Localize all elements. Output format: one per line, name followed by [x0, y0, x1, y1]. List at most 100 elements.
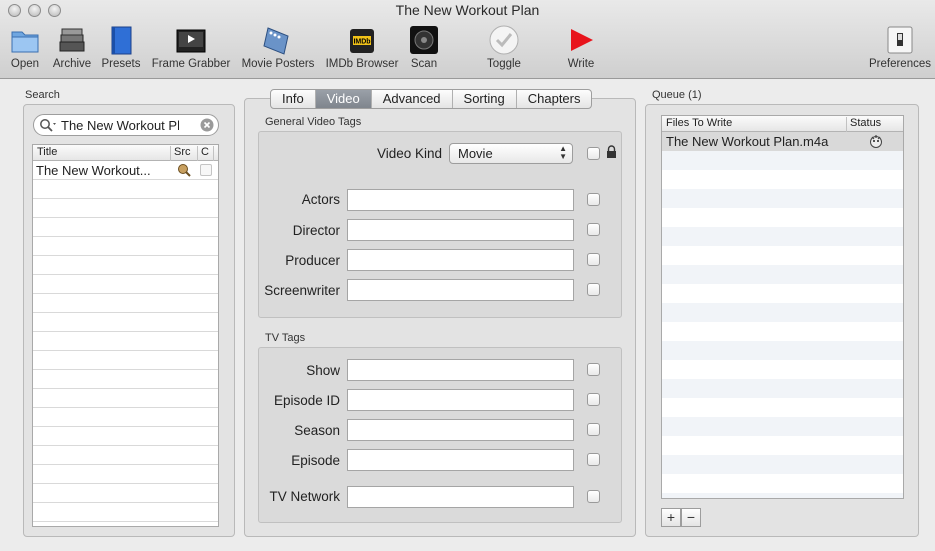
table-row[interactable] [33, 465, 218, 484]
table-row[interactable] [33, 503, 218, 522]
table-row[interactable] [33, 446, 218, 465]
queue-row[interactable] [662, 303, 903, 322]
episode-checkbox[interactable] [587, 453, 600, 466]
col-title-header[interactable]: Title [37, 146, 57, 158]
season-checkbox[interactable] [587, 423, 600, 436]
table-row[interactable] [33, 237, 218, 256]
toggle-button[interactable]: Toggle [484, 24, 524, 70]
producer-checkbox[interactable] [587, 253, 600, 266]
table-row[interactable] [33, 389, 218, 408]
queue-row[interactable] [662, 417, 903, 436]
show-checkbox[interactable] [587, 363, 600, 376]
queue-row[interactable] [662, 189, 903, 208]
queue-row[interactable] [662, 265, 903, 284]
tab-sorting[interactable]: Sorting [453, 90, 517, 108]
queue-row[interactable] [662, 436, 903, 455]
movie-posters-button[interactable]: Movie Posters [240, 24, 316, 70]
frame-grabber-label: Frame Grabber [151, 58, 231, 70]
presets-button[interactable]: Presets [101, 24, 141, 70]
queue-row[interactable] [662, 398, 903, 417]
queue-row[interactable] [662, 455, 903, 474]
season-label: Season [294, 423, 340, 438]
preferences-button[interactable]: Preferences [868, 24, 932, 70]
producer-field[interactable] [347, 249, 574, 271]
title-bar: The New Workout Plan Open Archive Preset… [0, 0, 935, 79]
screenwriter-checkbox[interactable] [587, 283, 600, 296]
toggle-check-icon [488, 24, 520, 56]
actors-field[interactable] [347, 189, 574, 211]
queue-row[interactable] [662, 170, 903, 189]
results-list[interactable]: Title Src C The New Workout... [32, 144, 219, 527]
col-c-header[interactable]: C [201, 146, 209, 158]
episode-field[interactable] [347, 449, 574, 471]
queue-row[interactable] [662, 322, 903, 341]
season-field[interactable] [347, 419, 574, 441]
queue-row[interactable] [662, 379, 903, 398]
table-row[interactable] [33, 256, 218, 275]
tab-chapters[interactable]: Chapters [517, 90, 592, 108]
video-kind-checkbox[interactable] [587, 147, 600, 160]
director-field[interactable] [347, 219, 574, 241]
queue-row[interactable] [662, 208, 903, 227]
lock-icon[interactable] [606, 145, 617, 162]
screenwriter-field[interactable] [347, 279, 574, 301]
table-row[interactable] [33, 275, 218, 294]
table-row[interactable] [33, 313, 218, 332]
table-row[interactable] [33, 332, 218, 351]
tv-network-checkbox[interactable] [587, 490, 600, 503]
queue-row[interactable] [662, 474, 903, 493]
frame-grabber-button[interactable]: Frame Grabber [150, 24, 232, 70]
episode-id-checkbox[interactable] [587, 393, 600, 406]
tv-network-label: TV Network [269, 489, 340, 504]
queue-row[interactable] [662, 360, 903, 379]
episode-label: Episode [291, 453, 340, 468]
write-button[interactable]: Write [563, 24, 599, 70]
table-row[interactable] [33, 218, 218, 237]
table-row[interactable] [33, 408, 218, 427]
tab-advanced[interactable]: Advanced [372, 90, 453, 108]
table-row[interactable] [33, 180, 218, 199]
col-src-header[interactable]: Src [174, 146, 191, 158]
remove-from-queue-button[interactable]: − [681, 508, 701, 527]
table-row[interactable] [33, 484, 218, 503]
search-field[interactable]: The New Workout Plan [33, 114, 219, 136]
video-kind-select[interactable]: Movie ▲ ▼ [449, 143, 573, 164]
imdb-browser-button[interactable]: IMDb IMDb Browser [324, 24, 400, 70]
video-kind-value: Movie [458, 146, 493, 161]
table-row[interactable] [33, 370, 218, 389]
queue-row[interactable] [662, 493, 903, 498]
table-row[interactable] [33, 199, 218, 218]
show-field[interactable] [347, 359, 574, 381]
table-row[interactable] [33, 351, 218, 370]
queue-list-header: Files To Write Status [662, 116, 903, 132]
col-status-header[interactable]: Status [850, 117, 881, 129]
queue-list[interactable]: Files To Write Status The New Workout Pl… [661, 115, 904, 499]
queue-row[interactable] [662, 284, 903, 303]
table-row[interactable] [33, 294, 218, 313]
tv-network-field[interactable] [347, 486, 574, 508]
episode-id-field[interactable] [347, 389, 574, 411]
archive-button[interactable]: Archive [51, 24, 93, 70]
clear-search-icon[interactable] [200, 118, 214, 135]
status-icon [868, 133, 884, 152]
search-input[interactable]: The New Workout Plan [61, 118, 179, 133]
window-title: The New Workout Plan [395, 2, 540, 18]
add-to-queue-button[interactable]: + [661, 508, 681, 527]
queue-row[interactable] [662, 341, 903, 360]
scan-button[interactable]: Scan [407, 24, 441, 70]
actors-checkbox[interactable] [587, 193, 600, 206]
table-row[interactable]: The New Workout... [33, 161, 218, 180]
queue-row[interactable] [662, 151, 903, 170]
tab-video[interactable]: Video [315, 90, 372, 108]
col-files-header[interactable]: Files To Write [666, 117, 732, 129]
archive-label: Archive [52, 58, 92, 70]
queue-row[interactable]: The New Workout Plan.m4a [662, 132, 903, 151]
director-checkbox[interactable] [587, 223, 600, 236]
table-row[interactable] [33, 427, 218, 446]
queue-row[interactable] [662, 246, 903, 265]
row-checkbox[interactable] [200, 164, 212, 176]
search-icon[interactable] [39, 118, 59, 135]
open-button[interactable]: Open [8, 24, 42, 70]
queue-row[interactable] [662, 227, 903, 246]
tab-info[interactable]: Info [271, 90, 316, 108]
